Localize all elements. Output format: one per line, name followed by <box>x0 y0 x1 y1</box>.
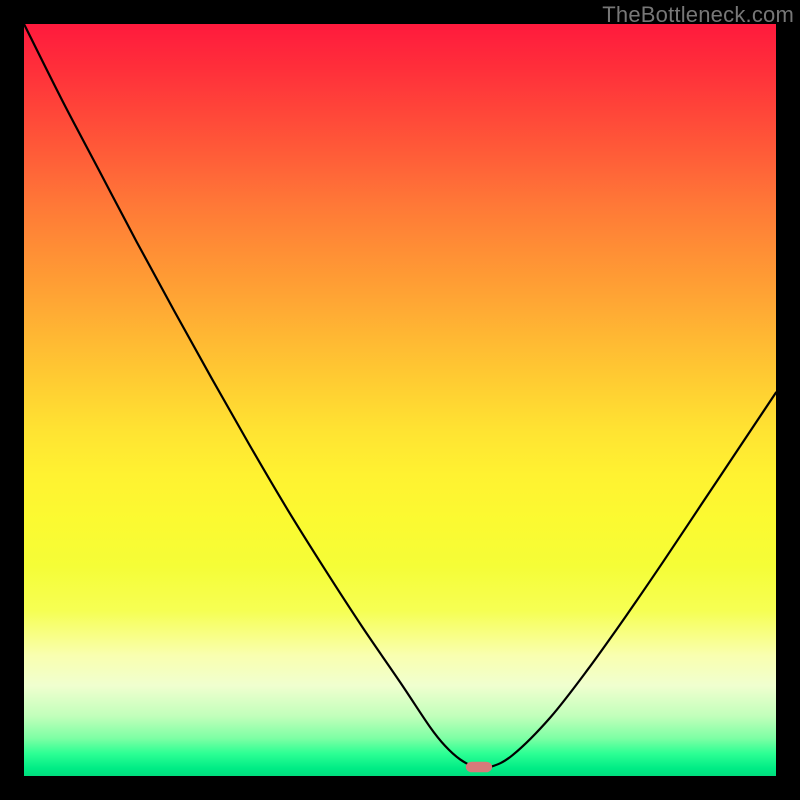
optimum-marker <box>466 762 492 773</box>
bottleneck-curve <box>24 24 776 768</box>
plot-area <box>24 24 776 776</box>
chart-svg <box>24 24 776 776</box>
chart-container: TheBottleneck.com <box>0 0 800 800</box>
